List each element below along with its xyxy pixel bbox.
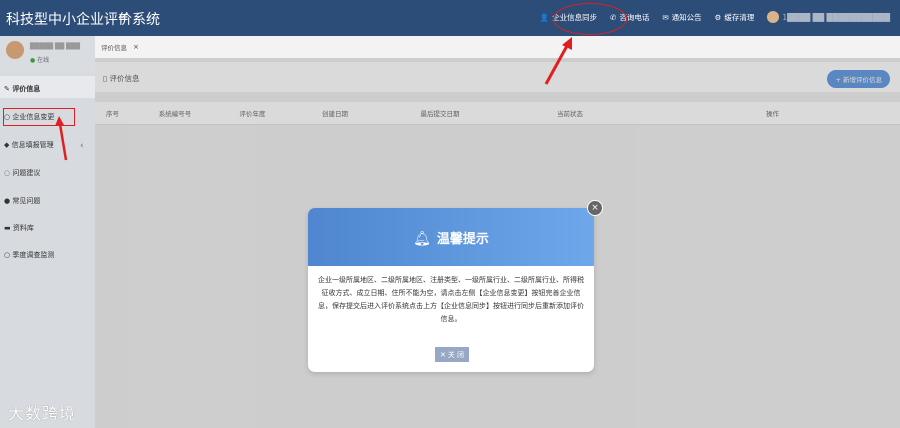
dialog-close-label: 关 闭 bbox=[447, 350, 465, 359]
menu-toggle-button[interactable]: ≡ bbox=[118, 10, 129, 25]
tab-evaluation[interactable]: 评价信息 × bbox=[97, 40, 143, 54]
highlight-circle bbox=[553, 3, 627, 35]
user-menu[interactable]: 1████ ██ ███████████ bbox=[767, 11, 890, 23]
user-icon: 👤 bbox=[539, 12, 550, 22]
circle-icon: ○ bbox=[4, 251, 11, 259]
notice-dialog: 🔔︎ 温馨提示 企业一级所属地区、二级所属地区、注册类型、一级所属行业、二级所属行… bbox=[308, 200, 603, 372]
watermark-text: 大数跨境 bbox=[8, 404, 77, 423]
top-header: 科技型中小企业评价系统 ≡ 👤 企业信息同步 ✆ 咨询电话 ✉ 通知公告 ⚙ 缓… bbox=[0, 0, 900, 36]
clear-cache-label: 缓存清理 bbox=[724, 12, 755, 22]
tab-label: 评价信息 bbox=[101, 44, 127, 52]
sidebar-item-report-manage[interactable]: ◆ 信息填报管理 bbox=[4, 140, 54, 150]
sidebar-user-name: █████ ██ ███ bbox=[30, 43, 80, 50]
question-icon: ● bbox=[4, 197, 11, 205]
avatar bbox=[6, 41, 24, 59]
tab-bar: 评价信息 × bbox=[95, 36, 900, 59]
dialog-close-button[interactable]: ✕ 关 闭 bbox=[435, 347, 469, 362]
sidebar-item-label: 评价信息 bbox=[12, 85, 41, 93]
chat-icon: ◌ bbox=[4, 169, 11, 177]
sidebar: █████ ██ ███ ● 在线 ✎ 评价信息 ○ 企业信息变更 ◆ 信息填报… bbox=[0, 36, 95, 428]
dialog-title-label: 温馨提示 bbox=[436, 232, 489, 247]
avatar bbox=[767, 11, 780, 23]
sidebar-item-library[interactable]: ▬ 资料库 bbox=[4, 223, 34, 233]
close-icon: ✕ bbox=[439, 350, 446, 359]
dialog-message: 企业一级所属地区、二级所属地区、注册类型、一级所属行业、二级所属行业、所得税征收… bbox=[318, 276, 584, 323]
sidebar-item-suggestions[interactable]: ◌ 问题建议 bbox=[4, 168, 40, 178]
sidebar-item-label: 信息填报管理 bbox=[11, 141, 54, 149]
bell-icon: 🔔︎ bbox=[413, 231, 431, 247]
folder-icon: ▬ bbox=[4, 224, 11, 232]
sidebar-item-label: 常见问题 bbox=[12, 197, 41, 205]
clear-cache-button[interactable]: ⚙ 缓存清理 bbox=[715, 12, 755, 23]
dialog-title: 🔔︎ 温馨提示 bbox=[308, 228, 594, 247]
app-title: 科技型中小企业评价系统 bbox=[6, 12, 160, 28]
close-icon[interactable]: × bbox=[133, 43, 139, 51]
sidebar-item-evaluation[interactable]: ✎ 评价信息 bbox=[4, 84, 40, 94]
edit-icon: ✎ bbox=[4, 85, 10, 93]
online-status: ● 在线 bbox=[30, 55, 49, 64]
mail-icon: ✉ bbox=[662, 12, 669, 22]
sidebar-item-label: 季度调查监测 bbox=[12, 251, 55, 259]
sidebar-item-faq[interactable]: ● 常见问题 bbox=[4, 196, 40, 206]
dialog-close-x-icon[interactable]: × bbox=[587, 200, 603, 216]
tag-icon: ◆ bbox=[4, 141, 10, 149]
notice-label: 通知公告 bbox=[671, 12, 702, 22]
sidebar-item-label: 资料库 bbox=[12, 224, 34, 232]
user-text: 1████ ██ ███████████ bbox=[782, 12, 890, 22]
online-dot-icon: ● bbox=[30, 57, 36, 64]
highlight-box bbox=[3, 108, 75, 126]
sidebar-user-box: █████ ██ ███ ● 在线 bbox=[0, 36, 95, 72]
sidebar-item-label: 问题建议 bbox=[12, 169, 41, 177]
online-status-label: 在线 bbox=[37, 57, 50, 64]
sidebar-item-quarterly-survey[interactable]: ○ 季度调查监测 bbox=[4, 250, 54, 260]
chevron-left-icon: ‹ bbox=[80, 141, 84, 151]
gear-icon: ⚙ bbox=[714, 12, 722, 22]
watermark-logo: 大数跨境 bbox=[8, 400, 76, 424]
notice-button[interactable]: ✉ 通知公告 bbox=[662, 12, 701, 23]
dialog-header: 🔔︎ 温馨提示 bbox=[308, 208, 594, 266]
